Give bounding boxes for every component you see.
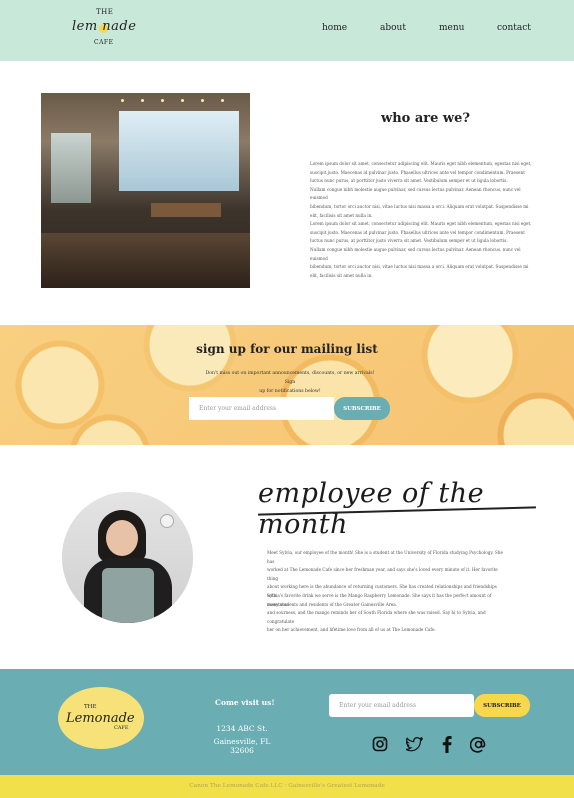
mailing-email-input[interactable] [189, 397, 334, 420]
footer-logo-cafe: CAFE [114, 725, 129, 731]
logo-lemonade-text: lem nade [72, 19, 137, 34]
cafe-interior-photo [41, 93, 250, 288]
footer-logo[interactable]: THE Lemonade CAFE [58, 687, 144, 749]
mailing-title: sign up for our mailing list [196, 342, 378, 356]
at-icon[interactable] [469, 735, 487, 753]
nav-home[interactable]: home [322, 23, 347, 33]
footer-address-line1: 1234 ABC St. [216, 724, 268, 733]
employee-paragraph-2: Sylvia's favorite drink we serve is the … [267, 593, 492, 633]
logo-cafe-text: CAFE [94, 39, 114, 46]
logo-the-text: THE [96, 8, 114, 16]
footer-subscribe-button[interactable]: SUBSCRIBE [474, 694, 530, 717]
nav-contact[interactable]: contact [497, 23, 531, 33]
footer-address-line2: Gainesville, FL 32606 [213, 737, 271, 755]
header-logo[interactable]: THE lem nade CAFE [72, 6, 142, 52]
about-title: who are we? [381, 111, 470, 126]
copyright-text: Canon The Lemonade Cafe LLC · Gainesvill… [189, 783, 385, 789]
facebook-icon[interactable] [438, 735, 456, 753]
employee-photo [62, 492, 193, 623]
mailing-section: sign up for our mailing list Don't miss … [0, 325, 574, 445]
mailing-description: Don't miss out on important announcement… [205, 371, 375, 394]
twitter-icon[interactable] [405, 735, 423, 753]
footer-email-input[interactable] [329, 694, 474, 717]
footer-logo-the: THE [84, 704, 97, 710]
footer-visit-title: Come visit us! [215, 698, 275, 707]
nav-menu[interactable]: menu [439, 23, 464, 33]
footer-logo-lemonade: Lemonade [66, 711, 135, 726]
about-paragraph: Lorem ipsum dolor sit amet, consectetur … [310, 161, 532, 278]
nav-about[interactable]: about [380, 23, 406, 33]
site-header: THE lem nade CAFE home about menu contac… [0, 0, 574, 61]
instagram-icon[interactable] [371, 735, 389, 753]
mailing-subscribe-button[interactable]: SUBSCRIBE [334, 397, 390, 420]
